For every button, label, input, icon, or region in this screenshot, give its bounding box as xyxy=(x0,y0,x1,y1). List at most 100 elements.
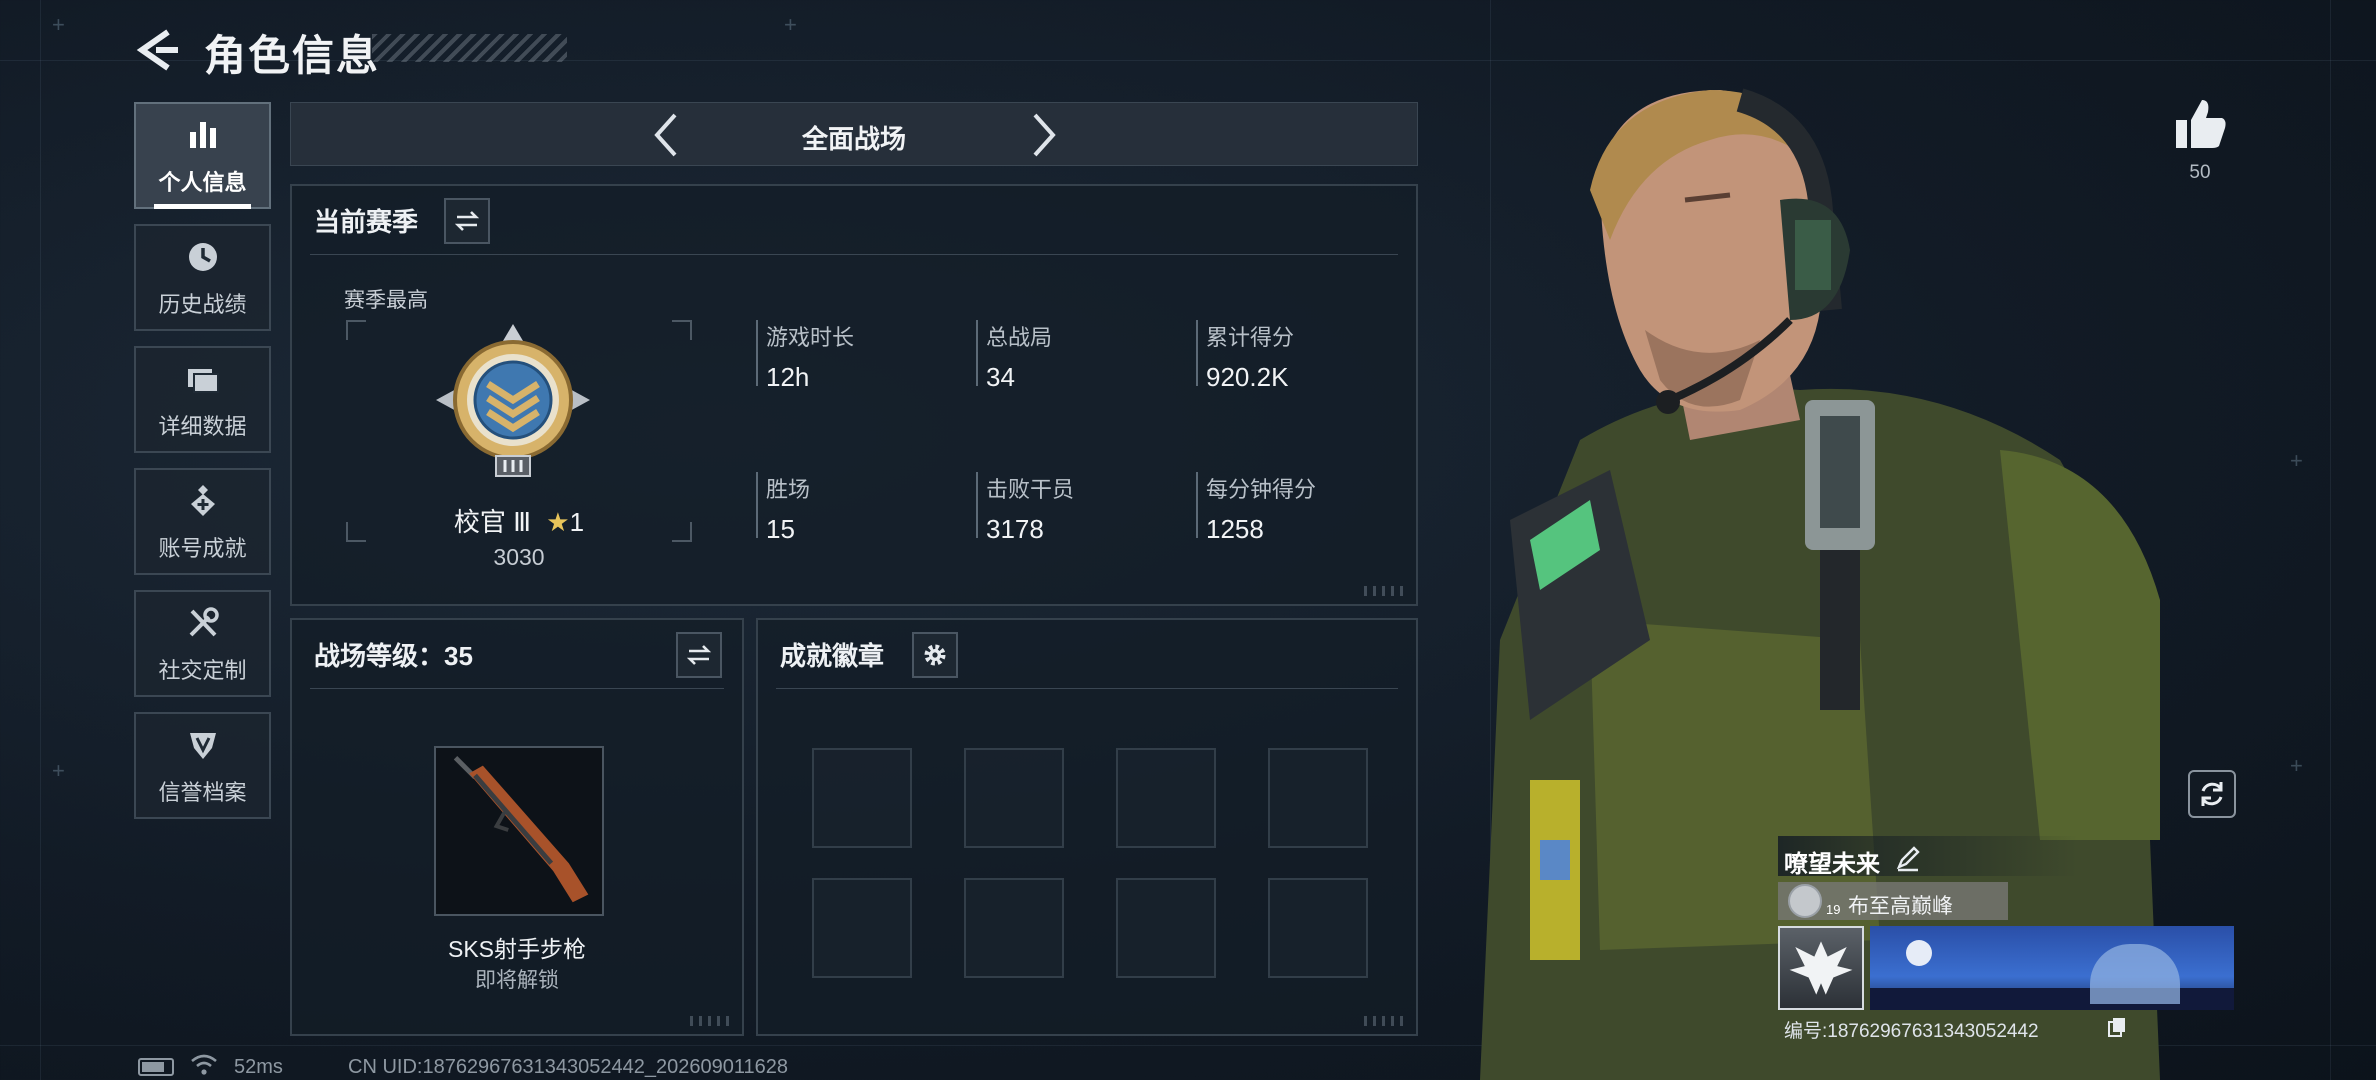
battlefield-level-heading: 战场等级：35 xyxy=(314,641,473,671)
nav-item-history[interactable]: 历史战绩 xyxy=(134,224,271,331)
nav-item-label: 详细数据 xyxy=(158,413,247,439)
shield-icon xyxy=(183,725,223,765)
like-count: 50 xyxy=(2189,162,2211,183)
stat-label: 每分钟得分 xyxy=(1206,477,1317,502)
mode-label: 全面战场 xyxy=(801,124,906,154)
battlefield-panel: 战场等级：35 SKS射手步枪 即将解锁 xyxy=(290,618,744,1036)
star-icon: ★ xyxy=(546,507,570,537)
clock-icon xyxy=(183,237,223,277)
wifi-icon xyxy=(190,1052,218,1076)
stat-label: 击败干员 xyxy=(986,477,1075,502)
rank-stars: 1 xyxy=(569,507,585,537)
stat-marker xyxy=(976,472,978,538)
corner-decoration xyxy=(690,1016,730,1026)
thumbs-up-icon xyxy=(2176,100,2226,148)
weapon-status: 即将解锁 xyxy=(475,969,559,992)
nav-item-detailed-data[interactable]: 详细数据 xyxy=(134,346,271,453)
profile-banner xyxy=(1870,926,2234,1010)
achievements-settings-button[interactable] xyxy=(912,632,958,678)
uid-text: CN UID:18762967631343052442_202609011628 xyxy=(348,1056,789,1078)
avatar xyxy=(1788,884,1822,918)
nav-item-reputation[interactable]: 信誉档案 xyxy=(134,712,271,819)
stat-value: 920.2K xyxy=(1206,362,1289,392)
like-button[interactable] xyxy=(2172,96,2228,152)
nav-item-label: 个人信息 xyxy=(158,169,247,195)
battlefield-switch-button[interactable] xyxy=(676,632,722,678)
swap-icon xyxy=(454,211,480,231)
stat-marker xyxy=(976,320,978,386)
season-heading: 当前赛季 xyxy=(314,207,419,237)
badge-slot[interactable] xyxy=(812,748,912,848)
refresh-icon xyxy=(2201,782,2223,806)
stat-label: 累计得分 xyxy=(1206,325,1295,350)
nav-item-personal-info[interactable]: 个人信息 xyxy=(134,102,271,209)
gear-icon xyxy=(924,644,946,666)
divider xyxy=(776,688,1398,689)
swap-icon xyxy=(686,645,712,665)
refresh-button[interactable] xyxy=(2188,770,2236,818)
rank-name: 校官 Ⅲ xyxy=(453,507,532,537)
copy-icon[interactable] xyxy=(2106,1016,2128,1038)
eagle-icon xyxy=(1789,941,1853,995)
badge-slot[interactable] xyxy=(1268,748,1368,848)
stat-value: 1258 xyxy=(1206,514,1264,544)
rank-title: 校官 Ⅲ ★1 xyxy=(356,502,682,539)
divider xyxy=(310,688,724,689)
stat-value: 3178 xyxy=(986,514,1044,544)
badge-slot[interactable] xyxy=(964,878,1064,978)
banner-figure xyxy=(2090,944,2180,1004)
rifle-icon xyxy=(453,756,589,903)
folder-icon xyxy=(183,359,223,399)
season-switch-button[interactable] xyxy=(444,198,490,244)
page-title: 角色信息 xyxy=(204,32,381,79)
badge-slot[interactable] xyxy=(812,878,912,978)
weapon-card[interactable] xyxy=(434,746,604,916)
stat-label: 总战局 xyxy=(986,325,1053,350)
moon-icon xyxy=(1906,940,1932,966)
divider xyxy=(310,254,1398,255)
chevron-right-icon xyxy=(1033,113,1056,157)
stat-marker xyxy=(756,320,758,386)
player-id: 编号:18762967631343052442 xyxy=(1784,1021,2039,1042)
back-arrow-icon xyxy=(136,29,178,71)
badge-slot[interactable] xyxy=(964,748,1064,848)
player-card[interactable]: 嘹望未来 19 布至高巅峰 编号:18762967631343052442 xyxy=(1778,836,2238,1048)
player-nickname: 嘹望未来 xyxy=(1784,851,1880,878)
mode-selector: 全面战场 xyxy=(290,102,1418,166)
bar-chart-icon xyxy=(183,115,223,155)
badge-slot[interactable] xyxy=(1268,878,1368,978)
emblem-badge xyxy=(1778,926,1864,1010)
edit-icon[interactable] xyxy=(1894,844,1922,872)
rank-points: 3030 xyxy=(493,544,545,570)
player-title: 布至高巅峰 xyxy=(1848,895,1953,918)
nav-item-label: 历史战绩 xyxy=(158,291,247,317)
medal-icon xyxy=(183,481,223,521)
nav-item-label: 账号成就 xyxy=(158,535,247,561)
nav-item-achievements[interactable]: 账号成就 xyxy=(134,468,271,575)
stat-value: 15 xyxy=(766,514,795,544)
stat-value: 34 xyxy=(986,362,1015,392)
battery-icon xyxy=(138,1058,174,1076)
stat-label: 游戏时长 xyxy=(766,325,855,350)
stat-marker xyxy=(1196,320,1198,386)
achievements-panel: 成就徽章 xyxy=(756,618,1418,1036)
player-level: 19 xyxy=(1826,902,1841,917)
title-decoration xyxy=(372,34,567,62)
corner-decoration xyxy=(1364,1016,1404,1026)
badge-slot[interactable] xyxy=(1116,748,1216,848)
corner-decoration xyxy=(1364,586,1404,596)
achievements-heading: 成就徽章 xyxy=(780,641,885,671)
badge-slot[interactable] xyxy=(1116,878,1216,978)
stat-marker xyxy=(756,472,758,538)
season-panel: 当前赛季 赛季最高 校官 Ⅲ ★1 3030 游戏时长 12h 总战局 34 累… xyxy=(290,184,1418,606)
nav-item-social[interactable]: 社交定制 xyxy=(134,590,271,697)
stat-label: 胜场 xyxy=(766,477,811,502)
ping-text: 52ms xyxy=(234,1056,283,1078)
stat-value: 12h xyxy=(766,362,810,392)
season-best-label: 赛季最高 xyxy=(344,289,428,312)
tools-icon xyxy=(183,603,223,643)
nav-item-label: 信誉档案 xyxy=(158,779,247,805)
mode-next-button[interactable] xyxy=(1017,109,1069,161)
stat-marker xyxy=(1196,472,1198,538)
back-button[interactable] xyxy=(134,26,182,74)
